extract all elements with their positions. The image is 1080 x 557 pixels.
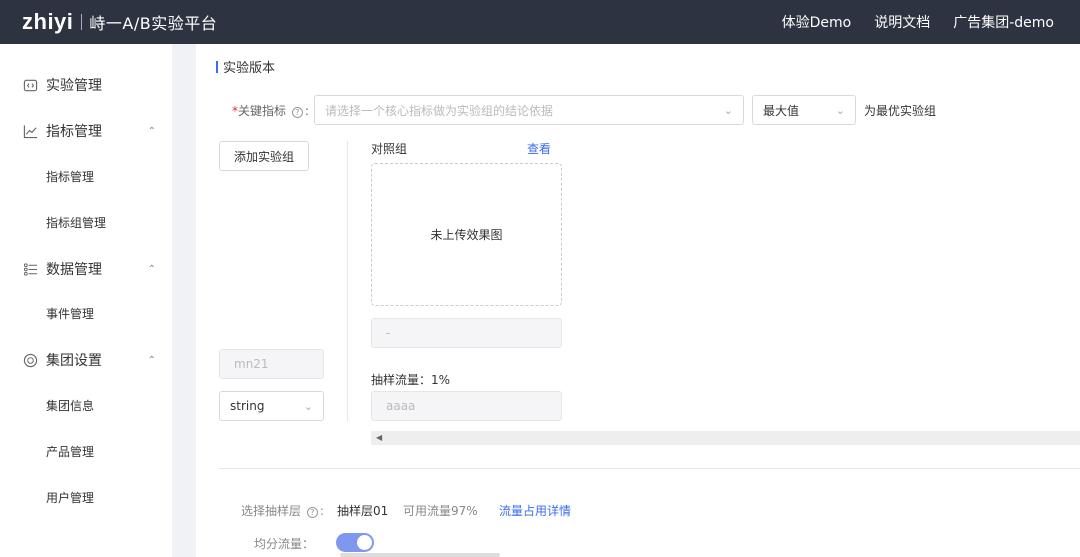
list-icon (22, 261, 38, 277)
sidebar-item-label: 集团设置 (46, 353, 102, 369)
sidebar-subitem-metric-group-management[interactable]: 指标组管理 (46, 214, 106, 231)
even-split-toggle[interactable] (336, 533, 374, 552)
brand-logo: zhiyi (22, 9, 74, 34)
sidebar-subitem-product-management[interactable]: 产品管理 (46, 443, 94, 460)
chevron-down-icon: ⌄ (303, 399, 313, 413)
toggle-knob (357, 535, 372, 550)
nav-demo-link[interactable]: 体验Demo (782, 12, 852, 32)
sidebar-item-label: 数据管理 (46, 262, 102, 278)
traffic-detail-link[interactable]: 流量占用详情 (499, 502, 571, 519)
nav-org-switcher[interactable]: 广告集团-demo (953, 12, 1054, 32)
sidebar: 实验管理 指标管理 ⌃ 指标管理 指标组管理 数据管理 ⌃ 事件管理 集团设置 … (0, 44, 172, 557)
page-scrollbar[interactable] (340, 553, 500, 557)
brand-subtitle: 峙一A/B实验平台 (89, 14, 218, 33)
sample-traffic-value: 1% (431, 373, 451, 387)
key-metric-placeholder: 请选择一个核心指标做为实验组的结论依据 (325, 103, 554, 118)
optimum-suffix: 为最优实验组 (864, 104, 937, 118)
key-metric-label: *关键指标 ?: (232, 104, 309, 118)
help-icon[interactable]: ? (306, 507, 318, 518)
param-type-value: string (230, 399, 265, 413)
available-traffic: 可用流量97% (403, 504, 478, 518)
code-box-icon (22, 77, 38, 93)
section-title: 实验版本 (216, 57, 275, 76)
sidebar-subitem-user-management[interactable]: 用户管理 (46, 489, 94, 506)
add-group-button[interactable]: 添加实验组 (219, 141, 309, 171)
brand-divider (81, 14, 83, 30)
sidebar-subitem-metric-management[interactable]: 指标管理 (46, 168, 94, 185)
sidebar-item-metrics[interactable]: 指标管理 ⌃ (22, 121, 156, 141)
line-chart-icon (22, 123, 38, 139)
sidebar-subitem-event-management[interactable]: 事件管理 (46, 305, 94, 322)
scroll-left-icon[interactable]: ◀ (376, 431, 382, 445)
chevron-up-icon: ⌃ (147, 354, 156, 366)
nav-docs-link[interactable]: 说明文档 (874, 12, 930, 32)
sidebar-item-label: 指标管理 (46, 124, 102, 140)
control-group-name-input[interactable]: - (371, 318, 562, 348)
sidebar-item-data[interactable]: 数据管理 ⌃ (22, 259, 156, 279)
sidebar-subitem-org-info[interactable]: 集团信息 (46, 397, 94, 414)
section-divider (219, 468, 1080, 469)
column-divider (347, 141, 348, 421)
chevron-down-icon: ⌄ (835, 103, 845, 117)
section-title-marker (216, 60, 218, 73)
layer-label: 选择抽样层 ?: (241, 504, 324, 518)
chevron-up-icon: ⌃ (147, 125, 156, 137)
effect-image-upload[interactable]: 未上传效果图 (371, 163, 562, 306)
top-nav: 体验Demo 说明文档 广告集团-demo (782, 12, 1054, 32)
key-metric-select[interactable]: 请选择一个核心指标做为实验组的结论依据 ⌄ (314, 95, 744, 125)
brand[interactable]: zhiyi 峙一A/B实验平台 (22, 9, 217, 35)
sidebar-item-experiments[interactable]: 实验管理 (22, 75, 156, 95)
optimum-select-value: 最大值 (763, 103, 800, 118)
control-group-label: 对照组 (371, 142, 408, 156)
chevron-up-icon: ⌃ (147, 263, 156, 275)
globe-icon (22, 352, 38, 368)
sample-traffic-label: 抽样流量：1% (371, 373, 451, 387)
layer-value[interactable]: 抽样层01 (337, 502, 388, 519)
optimum-select[interactable]: 最大值 ⌄ (752, 95, 856, 125)
param-type-select[interactable]: string ⌄ (219, 391, 324, 421)
horizontal-scrollbar[interactable]: ◀ (371, 431, 1080, 445)
even-split-label: 均分流量： (254, 537, 315, 551)
chevron-down-icon: ⌄ (723, 103, 733, 117)
sidebar-item-org-settings[interactable]: 集团设置 ⌃ (22, 350, 156, 370)
param-name-input[interactable]: mn21 (219, 349, 324, 379)
help-icon[interactable]: ? (291, 107, 303, 118)
main-content: 实验版本 *关键指标 ?: 请选择一个核心指标做为实验组的结论依据 ⌄ 最大值 … (196, 44, 1080, 557)
section-title-text: 实验版本 (223, 61, 276, 76)
sidebar-item-label: 实验管理 (46, 78, 102, 94)
view-link[interactable]: 查看 (527, 140, 551, 157)
top-bar: zhiyi 峙一A/B实验平台 体验Demo 说明文档 广告集团-demo (0, 0, 1080, 44)
upload-placeholder: 未上传效果图 (430, 228, 503, 242)
param-value-input[interactable]: aaaa (371, 391, 562, 421)
